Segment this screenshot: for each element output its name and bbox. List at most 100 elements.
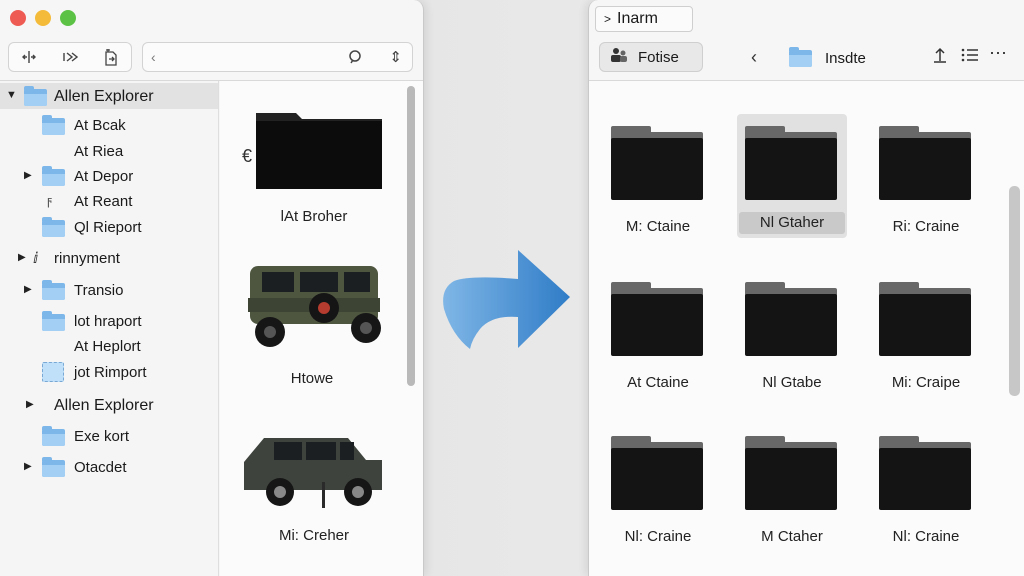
- terminal-caret-icon: ˃: [604, 12, 612, 26]
- jeep-image: [248, 266, 381, 347]
- folder-icon: [42, 115, 65, 135]
- folder-label: M: Ctaine: [625, 218, 691, 235]
- svg-text:€: €: [242, 146, 252, 166]
- folder-icon: [42, 457, 65, 477]
- sidebar-item-label: At Bcak: [74, 117, 126, 134]
- sidebar-item[interactable]: ϝ At Reant: [0, 188, 218, 214]
- sidebar-item-allen-explorer[interactable]: ▼ Allen Explorer: [0, 83, 218, 109]
- sidebar-item[interactable]: At Heplort: [0, 333, 218, 359]
- sidebar-item[interactable]: ▶ ⅈ rinnyment: [0, 245, 218, 271]
- cursor-icon: ⅈ: [33, 250, 39, 267]
- transfer-arrow-icon: [443, 250, 570, 349]
- folder-label: Nl Gtabe: [762, 374, 822, 391]
- folder-icon: [42, 311, 65, 331]
- document-share-icon: [105, 49, 117, 66]
- sort-arrows-icon[interactable]: ⇕: [389, 48, 402, 66]
- sidebar-item-allen-explorer-2[interactable]: ▶ Allen Explorer: [0, 392, 218, 418]
- folder-label: At Ctaine: [627, 374, 689, 391]
- folder-icon: [42, 280, 65, 300]
- grid-scrollbar[interactable]: [1009, 186, 1020, 396]
- zoom-window-button[interactable]: [60, 10, 76, 26]
- sidebar-item[interactable]: ▶ At Depor: [0, 163, 218, 189]
- folder-label: Ri: Craine: [892, 218, 960, 235]
- preview-scrollbar[interactable]: [407, 86, 415, 386]
- folder-icon: [42, 217, 65, 237]
- forward-icon: [63, 52, 78, 62]
- sidebar-item-label: Ql Rieport: [74, 219, 142, 236]
- sidebar-item-label: Transio: [74, 282, 124, 299]
- grid-folder-item-selected[interactable]: Nl Gtaher: [737, 114, 847, 238]
- path-search-bar[interactable]: ‹ ⇕: [142, 42, 413, 72]
- sidebar-item-label: Allen Explorer: [54, 397, 154, 414]
- list-view-icon[interactable]: [961, 47, 979, 68]
- share-icon[interactable]: [931, 47, 949, 70]
- sidebar-tree: ▼ Allen Explorer At Bcak At Riea ▶ At De…: [0, 81, 219, 576]
- sidebar-item-label: At Reant: [74, 193, 133, 210]
- more-options-icon[interactable]: ⋯: [989, 43, 1007, 64]
- folder-icon: [42, 426, 65, 446]
- disclosure-closed-icon[interactable]: ▶: [24, 461, 32, 472]
- people-icon: [610, 47, 628, 67]
- preview-item-label: lAt Broher: [280, 208, 348, 225]
- disclosure-open-icon[interactable]: ▼: [6, 89, 17, 101]
- folder-icon: [24, 86, 47, 106]
- disclosure-closed-icon[interactable]: ▶: [26, 399, 34, 410]
- sidebar-item[interactable]: Ql Rieport: [0, 214, 218, 240]
- search-icon[interactable]: [348, 49, 364, 70]
- current-path: Insdte: [825, 50, 866, 67]
- sidebar-item-label: At Depor: [74, 168, 134, 185]
- sidebar-item-label: At Riea: [74, 143, 124, 160]
- folder-label: Nl: Craine: [892, 528, 960, 545]
- disclosure-closed-icon[interactable]: ▶: [18, 252, 26, 263]
- left-toolbar: ‹ ⇕: [8, 41, 413, 73]
- preview-item-label: Htowe: [290, 370, 334, 387]
- close-window-button[interactable]: [10, 10, 26, 26]
- share-button[interactable]: [90, 43, 131, 71]
- disclosure-closed-icon[interactable]: ▶: [24, 284, 32, 295]
- sidebar-item-label: rinnyment: [54, 250, 120, 267]
- sidebar-item-label: Exe kort: [74, 428, 130, 445]
- split-view-icon: [22, 51, 37, 63]
- folder-label: Mi: Craipe: [891, 374, 961, 391]
- sidebar-item[interactable]: Exe kort: [0, 423, 218, 449]
- sidebar-item-label: At Heplort: [74, 338, 141, 355]
- forward-button[interactable]: [50, 43, 91, 71]
- preview-item-label: Mi: Creher: [278, 527, 349, 544]
- grid-folder-item[interactable]: Nl: Craine: [871, 422, 981, 550]
- sidebar-item-label: Allen Explorer: [54, 88, 154, 105]
- sidebar-item[interactable]: lot hraport: [0, 308, 218, 334]
- lightning-icon: ϝ: [47, 193, 53, 208]
- window-title: Inarm: [617, 10, 658, 27]
- sidebar-item[interactable]: At Riea: [0, 138, 218, 164]
- grid-folder-item[interactable]: M Ctaher: [737, 422, 847, 550]
- sidebar-item[interactable]: jot Rimport: [0, 359, 218, 385]
- grid-folder-item[interactable]: Nl: Craine: [603, 422, 713, 550]
- window-title-field[interactable]: ˃ Inarm: [595, 6, 693, 32]
- left-finder-window: ‹ ⇕ ▼ Allen Explorer At Bcak At Riea ▶ A…: [0, 0, 424, 576]
- sidebar-item[interactable]: At Bcak: [0, 112, 218, 138]
- grid-folder-item[interactable]: Nl Gtabe: [737, 268, 847, 396]
- view-button[interactable]: Fotise: [599, 42, 703, 72]
- sidebar-item[interactable]: ▶ Transio: [0, 277, 218, 303]
- back-chevron-icon[interactable]: ‹: [751, 47, 757, 68]
- folder-label: M Ctaher: [761, 528, 823, 545]
- grid-folder-item[interactable]: At Ctaine: [603, 268, 713, 396]
- grid-folder-item[interactable]: Ri: Craine: [871, 112, 981, 240]
- split-view-button[interactable]: [9, 43, 50, 71]
- sidebar-item-label: jot Rimport: [74, 364, 147, 381]
- grid-folder-item[interactable]: Mi: Craipe: [871, 268, 981, 396]
- folder-label: Nl Gtaher: [739, 212, 845, 234]
- sidebar-item[interactable]: ▶ Otacdet: [0, 454, 218, 480]
- folder-label: Nl: Craine: [624, 528, 692, 545]
- sidebar-item-label: lot hraport: [74, 313, 142, 330]
- minimize-window-button[interactable]: [35, 10, 51, 26]
- right-finder-window: ˃ Inarm Fotise ‹ Insdte ⋯ M: Ctaine Nl G…: [588, 0, 1024, 576]
- black-folder-icon: €: [242, 113, 382, 189]
- disclosure-closed-icon[interactable]: ▶: [24, 170, 32, 181]
- view-button-label: Fotise: [638, 48, 679, 66]
- grid-folder-item[interactable]: M: Ctaine: [603, 112, 713, 240]
- back-chevron-icon[interactable]: ‹: [151, 49, 156, 65]
- toolbar-button-group: [8, 42, 132, 72]
- window-controls: [10, 10, 76, 26]
- folder-icon: [42, 166, 65, 186]
